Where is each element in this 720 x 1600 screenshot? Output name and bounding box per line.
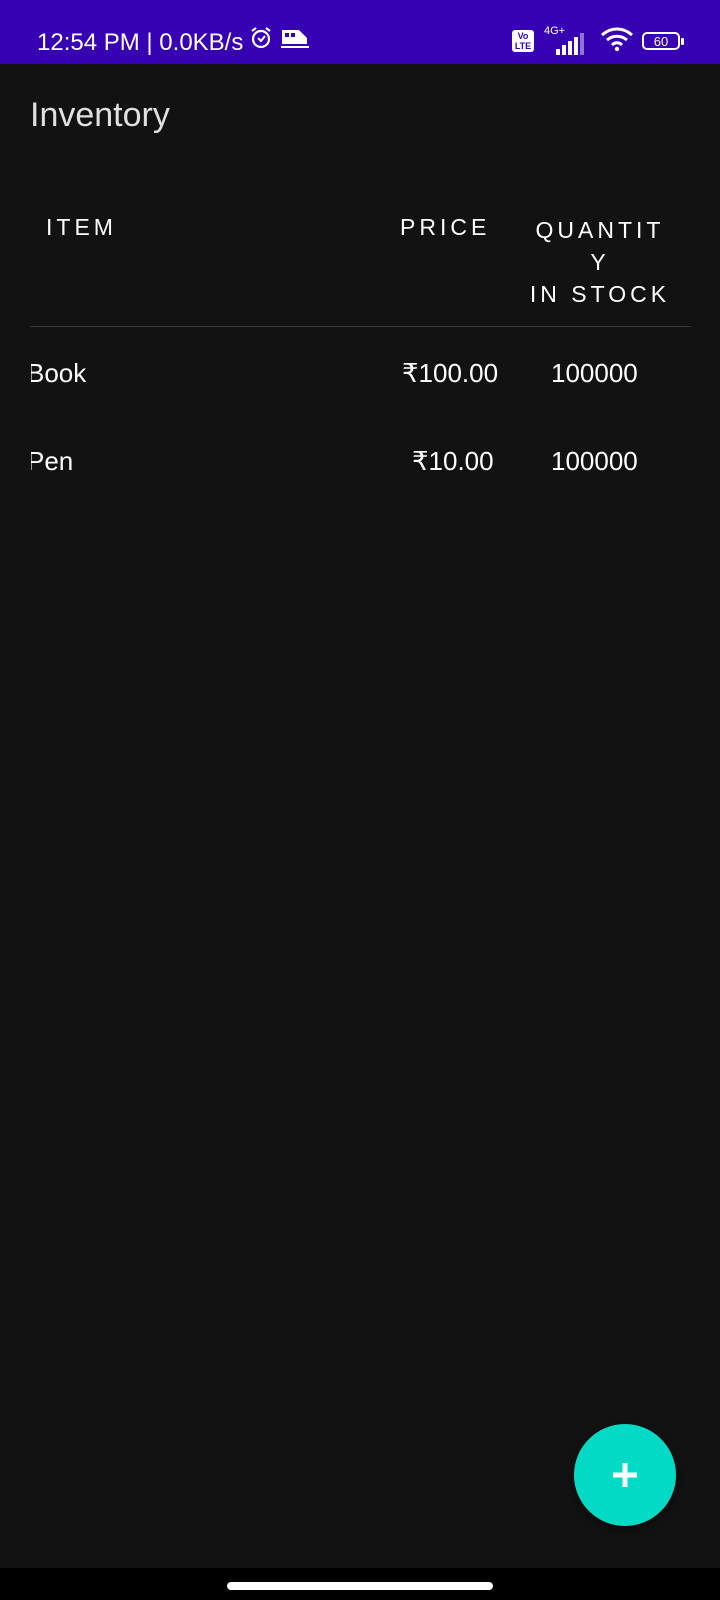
alarm-icon xyxy=(249,26,273,60)
battery-icon: 60 xyxy=(642,32,684,50)
status-left: 12:54 PM | 0.0KB/s xyxy=(37,26,311,60)
status-right: Vo LTE 4G+ 60 xyxy=(512,25,684,56)
column-header-price: PRICE xyxy=(400,214,491,240)
status-time: 12:54 PM | 0.0KB/s xyxy=(37,29,244,56)
volte-label-bottom: LTE xyxy=(514,41,532,51)
column-header-item: ITEM xyxy=(46,214,117,240)
row-item-price: ₹10.00 xyxy=(412,446,494,476)
wifi-icon xyxy=(600,26,634,56)
inventory-screen: 12:54 PM | 0.0KB/s Vo LTE 4G+ 60 Invento… xyxy=(0,0,720,1600)
column-header-quantity-line-3: IN STOCK xyxy=(529,281,671,307)
home-gesture-handle[interactable] xyxy=(227,1582,493,1590)
row-item-name: Book xyxy=(27,358,87,388)
volte-icon: Vo LTE xyxy=(512,30,534,52)
column-header-quantity-line-1: QUANTIT xyxy=(535,217,665,243)
navigation-bar xyxy=(0,1568,720,1600)
volte-label-top: Vo xyxy=(517,31,529,41)
header-divider xyxy=(30,326,691,327)
plus-icon xyxy=(613,1463,637,1487)
status-bar: 12:54 PM | 0.0KB/s Vo LTE 4G+ 60 xyxy=(0,0,720,64)
add-item-button[interactable] xyxy=(574,1424,676,1526)
row-item-price: ₹100.00 xyxy=(402,358,499,388)
train-icon xyxy=(279,26,311,60)
row-item-quantity: 100000 xyxy=(551,358,638,388)
row-item-quantity: 100000 xyxy=(551,446,638,476)
column-header-quantity: QUANTIT Y IN STOCK xyxy=(520,214,680,310)
battery-level: 60 xyxy=(653,34,669,49)
page-title: Inventory xyxy=(30,96,170,134)
column-header-quantity-line-2: Y xyxy=(590,249,610,275)
row-item-name: Pen xyxy=(27,446,74,476)
cell-signal-icon: 4G+ xyxy=(542,25,592,55)
